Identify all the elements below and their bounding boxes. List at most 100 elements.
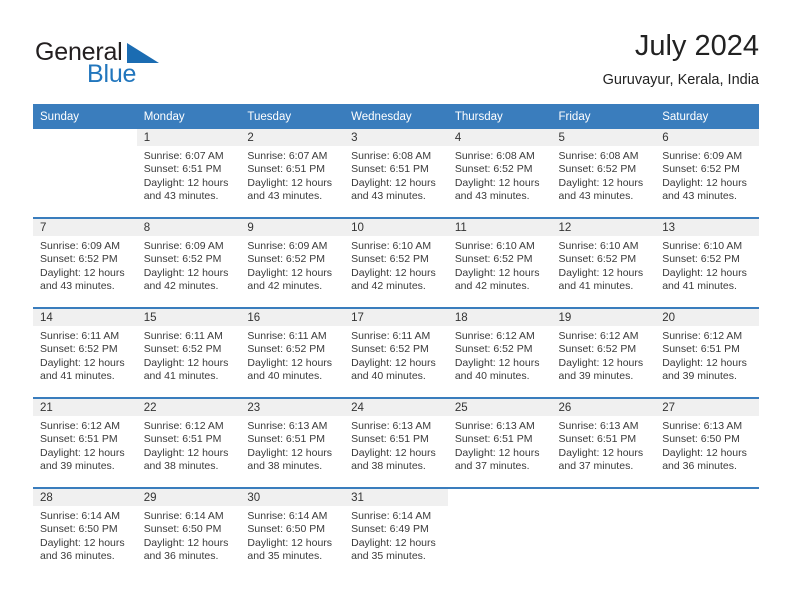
day-cell-inner: 5 Sunrise: 6:08 AM Sunset: 6:52 PM Daylight… [551,129,656,217]
day-info: Sunrise: 6:08 AM Sunset: 6:51 PM Daylight:… [344,146,448,204]
day-cell-inner: 12 Sunrise: 6:10 AM Sunset: 6:52 PM Dayligh… [551,219,656,307]
day-info: Sunrise: 6:10 AM Sunset: 6:52 PM Daylight:… [344,236,448,294]
calendar-day-cell[interactable]: 17 Sunrise: 6:11 AM Sunset: 6:52 PM Dayligh… [344,307,448,398]
day-cell-inner: 24 Sunrise: 6:13 AM Sunset: 6:51 PM Dayligh… [344,399,448,487]
day-cell-inner: 29 Sunrise: 6:14 AM Sunset: 6:50 PM Dayligh… [136,489,241,577]
calendar-day-cell[interactable]: 6 Sunrise: 6:09 AM Sunset: 6:52 PM Daylight… [655,129,759,218]
daylight-text-line2: and 36 minutes. [143,550,219,563]
day-info: Sunrise: 6:13 AM Sunset: 6:50 PM Daylight:… [655,416,759,474]
calendar-day-cell[interactable]: 3 Sunrise: 6:08 AM Sunset: 6:51 PM Daylight… [344,129,448,218]
calendar-day-cell[interactable]: 15 Sunrise: 6:11 AM Sunset: 6:52 PM Dayligh… [136,307,241,398]
page-title: July 2024 [634,30,759,62]
day-cell-inner [655,489,759,577]
calendar-day-cell[interactable]: 2 Sunrise: 6:07 AM Sunset: 6:51 PM Daylight… [240,129,345,218]
daylight-text-line2: and 39 minutes. [40,460,115,473]
daylight-text-line2: and 42 minutes. [351,280,426,293]
calendar-day-cell[interactable] [33,129,137,218]
day-info: Sunrise: 6:14 AM Sunset: 6:50 PM Daylight:… [240,506,344,564]
calendar-day-cell[interactable]: 4 Sunrise: 6:08 AM Sunset: 6:52 PM Daylight… [447,129,552,218]
daylight-text-line2: and 39 minutes. [558,370,634,383]
sunrise-text: Sunrise: 6:10 AM [558,240,639,252]
day-info [33,146,137,150]
daylight-text-line1: Daylight: 12 hours [40,446,125,459]
daylight-text-line1: Daylight: 12 hours [662,176,747,189]
calendar-day-cell[interactable]: 18 Sunrise: 6:12 AM Sunset: 6:52 PM Dayligh… [447,307,552,398]
daylight-text-line1: Daylight: 12 hours [247,176,333,189]
calendar-day-cell[interactable]: 5 Sunrise: 6:08 AM Sunset: 6:52 PM Daylight… [551,129,656,218]
calendar-day-cell[interactable]: 19 Sunrise: 6:12 AM Sunset: 6:52 PM Dayligh… [551,307,656,398]
calendar-day-cell[interactable]: 20 Sunrise: 6:12 AM Sunset: 6:51 PM Dayligh… [655,307,759,398]
sunrise-text: Sunrise: 6:11 AM [143,330,223,342]
sunrise-text: Sunrise: 6:13 AM [558,420,639,432]
daylight-text-line1: Daylight: 12 hours [247,356,333,369]
daylight-text-line2: and 43 minutes. [40,280,115,293]
calendar-day-cell[interactable]: 23 Sunrise: 6:13 AM Sunset: 6:51 PM Dayligh… [240,397,345,488]
calendar-day-cell[interactable]: 9 Sunrise: 6:09 AM Sunset: 6:52 PM Daylight… [240,217,345,308]
day-info: Sunrise: 6:12 AM Sunset: 6:51 PM Daylight:… [655,326,759,384]
sunset-text: Sunset: 6:51 PM [351,163,429,176]
day-cell-inner: 7 Sunrise: 6:09 AM Sunset: 6:52 PM Daylight… [33,219,137,307]
sunset-text: Sunset: 6:52 PM [558,163,637,176]
day-info: Sunrise: 6:13 AM Sunset: 6:51 PM Daylight:… [448,416,552,474]
day-number: 6 [655,129,759,146]
calendar-day-cell[interactable]: 13 Sunrise: 6:10 AM Sunset: 6:52 PM Dayligh… [655,217,759,308]
day-cell-inner: 27 Sunrise: 6:13 AM Sunset: 6:50 PM Dayligh… [655,399,759,487]
weekday-header-wednesday: Wednesday [344,104,448,129]
calendar-day-cell[interactable]: 31 Sunrise: 6:14 AM Sunset: 6:49 PM Dayligh… [344,487,448,577]
day-number: 12 [551,219,656,236]
calendar-day-cell[interactable]: 22 Sunrise: 6:12 AM Sunset: 6:51 PM Dayligh… [136,397,241,488]
day-cell-inner: 18 Sunrise: 6:12 AM Sunset: 6:52 PM Dayligh… [447,309,552,397]
calendar-day-cell[interactable]: 8 Sunrise: 6:09 AM Sunset: 6:52 PM Daylight… [136,217,241,308]
calendar-day-cell[interactable] [447,487,552,577]
day-info: Sunrise: 6:07 AM Sunset: 6:51 PM Daylight:… [137,146,241,204]
calendar-day-cell[interactable]: 11 Sunrise: 6:10 AM Sunset: 6:52 PM Dayligh… [447,217,552,308]
day-cell-inner: 23 Sunrise: 6:13 AM Sunset: 6:51 PM Dayligh… [240,399,345,487]
calendar-day-cell[interactable]: 24 Sunrise: 6:13 AM Sunset: 6:51 PM Dayligh… [344,397,448,488]
page-header: General Blue July 2024 Guruvayur, Kerala… [33,28,759,96]
sunrise-text: Sunrise: 6:10 AM [351,240,432,252]
calendar-day-cell[interactable]: 28 Sunrise: 6:14 AM Sunset: 6:50 PM Dayligh… [33,487,137,577]
calendar-day-cell[interactable]: 30 Sunrise: 6:14 AM Sunset: 6:50 PM Dayligh… [240,487,345,577]
sunrise-text: Sunrise: 6:12 AM [662,330,743,342]
sunrise-text: Sunrise: 6:14 AM [40,510,120,522]
sunrise-text: Sunrise: 6:12 AM [40,420,120,432]
day-cell-inner: 4 Sunrise: 6:08 AM Sunset: 6:52 PM Daylight… [447,129,552,217]
sunset-text: Sunset: 6:50 PM [40,523,118,536]
calendar-day-cell[interactable]: 21 Sunrise: 6:12 AM Sunset: 6:51 PM Dayligh… [33,397,137,488]
daylight-text-line2: and 36 minutes. [662,460,737,473]
daylight-text-line2: and 41 minutes. [40,370,115,383]
sunset-text: Sunset: 6:52 PM [662,253,740,266]
calendar-day-cell[interactable]: 10 Sunrise: 6:10 AM Sunset: 6:52 PM Dayligh… [344,217,448,308]
sunrise-text: Sunrise: 6:09 AM [40,240,120,252]
day-cell-inner: 31 Sunrise: 6:14 AM Sunset: 6:49 PM Dayligh… [344,489,448,577]
calendar-day-cell[interactable]: 14 Sunrise: 6:11 AM Sunset: 6:52 PM Dayligh… [33,307,137,398]
calendar-day-cell[interactable]: 26 Sunrise: 6:13 AM Sunset: 6:51 PM Dayligh… [551,397,656,488]
sunset-text: Sunset: 6:52 PM [351,343,429,356]
day-number: 21 [33,399,137,416]
day-info: Sunrise: 6:14 AM Sunset: 6:49 PM Daylight:… [344,506,448,564]
calendar-day-cell[interactable] [551,487,656,577]
day-cell-inner: 15 Sunrise: 6:11 AM Sunset: 6:52 PM Dayligh… [136,309,241,397]
calendar-day-cell[interactable]: 27 Sunrise: 6:13 AM Sunset: 6:50 PM Dayligh… [655,397,759,488]
calendar-day-cell[interactable]: 1 Sunrise: 6:07 AM Sunset: 6:51 PM Daylight… [136,129,241,218]
sunrise-text: Sunrise: 6:09 AM [143,240,224,252]
day-number: 9 [240,219,345,236]
sunset-text: Sunset: 6:51 PM [662,343,740,356]
sunrise-text: Sunrise: 6:12 AM [454,330,535,342]
calendar-week-row: 7 Sunrise: 6:09 AM Sunset: 6:52 PM Daylight… [33,217,759,308]
sunset-text: Sunset: 6:50 PM [247,523,326,536]
calendar-day-cell[interactable]: 7 Sunrise: 6:09 AM Sunset: 6:52 PM Daylight… [33,217,137,308]
brand-logo[interactable]: General Blue [33,32,253,92]
daylight-text-line2: and 41 minutes. [558,280,634,293]
calendar-day-cell[interactable]: 25 Sunrise: 6:13 AM Sunset: 6:51 PM Dayligh… [447,397,552,488]
day-info: Sunrise: 6:14 AM Sunset: 6:50 PM Daylight:… [137,506,241,564]
daylight-text-line1: Daylight: 12 hours [662,266,747,279]
calendar-header-row: Sunday Monday Tuesday Wednesday Thursday… [33,104,759,129]
calendar-day-cell[interactable]: 12 Sunrise: 6:10 AM Sunset: 6:52 PM Dayligh… [551,217,656,308]
calendar-day-cell[interactable]: 29 Sunrise: 6:14 AM Sunset: 6:50 PM Dayligh… [136,487,241,577]
daylight-text-line1: Daylight: 12 hours [247,536,333,549]
day-cell-inner: 17 Sunrise: 6:11 AM Sunset: 6:52 PM Dayligh… [344,309,448,397]
daylight-text-line1: Daylight: 12 hours [351,266,436,279]
calendar-day-cell[interactable] [655,487,759,577]
calendar-day-cell[interactable]: 16 Sunrise: 6:11 AM Sunset: 6:52 PM Dayligh… [240,307,345,398]
